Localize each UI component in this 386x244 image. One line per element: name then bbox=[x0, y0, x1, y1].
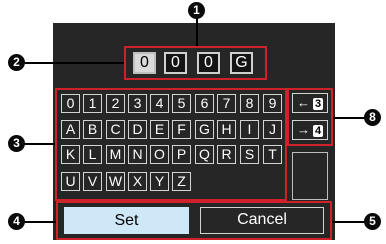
key-0[interactable]: 0 bbox=[61, 94, 80, 113]
key-Z[interactable]: Z bbox=[172, 172, 191, 191]
key-8[interactable]: 8 bbox=[240, 94, 259, 113]
key-Y[interactable]: Y bbox=[150, 172, 169, 191]
key-A[interactable]: A bbox=[61, 120, 80, 139]
key-Q[interactable]: Q bbox=[195, 145, 214, 164]
right-arrow-icon: → bbox=[297, 122, 310, 137]
callout-8-leader bbox=[333, 117, 368, 119]
key-J[interactable]: J bbox=[263, 120, 282, 139]
id-char-3[interactable]: 0 bbox=[197, 52, 220, 74]
callout-2: 2 bbox=[8, 54, 25, 71]
key-4[interactable]: 4 bbox=[150, 94, 169, 113]
callout-1-leader bbox=[196, 18, 198, 46]
key-X[interactable]: X bbox=[128, 172, 147, 191]
key-T[interactable]: T bbox=[263, 145, 282, 164]
key-B[interactable]: B bbox=[83, 120, 102, 139]
key-9[interactable]: 9 bbox=[263, 94, 282, 113]
key-W[interactable]: W bbox=[106, 172, 125, 191]
key-I[interactable]: I bbox=[240, 120, 259, 139]
key-P[interactable]: P bbox=[172, 145, 191, 164]
callout-4: 4 bbox=[8, 213, 25, 230]
key-H[interactable]: H bbox=[217, 120, 236, 139]
key-3[interactable]: 3 bbox=[128, 94, 147, 113]
badge-3-icon: 3 bbox=[313, 98, 323, 110]
key-M[interactable]: M bbox=[106, 145, 125, 164]
key-7[interactable]: 7 bbox=[217, 94, 236, 113]
key-C[interactable]: C bbox=[106, 120, 125, 139]
badge-4-icon: 4 bbox=[313, 125, 323, 137]
id-char-1[interactable]: 0 bbox=[133, 52, 156, 74]
id-char-2[interactable]: 0 bbox=[164, 52, 187, 74]
key-K[interactable]: K bbox=[61, 145, 80, 164]
callout-5-leader bbox=[332, 221, 368, 223]
key-6[interactable]: 6 bbox=[195, 94, 214, 113]
callout-2-leader bbox=[24, 62, 124, 64]
key-N[interactable]: N bbox=[128, 145, 147, 164]
left-arrow-icon: ← bbox=[297, 95, 310, 110]
id-char-4[interactable]: G bbox=[230, 52, 253, 74]
callout-3-leader bbox=[24, 143, 55, 145]
key-S[interactable]: S bbox=[240, 145, 259, 164]
key-D[interactable]: D bbox=[128, 120, 147, 139]
cancel-button[interactable]: Cancel bbox=[200, 207, 324, 234]
key-F[interactable]: F bbox=[172, 120, 191, 139]
side-empty-box bbox=[292, 152, 328, 200]
callout-3: 3 bbox=[8, 135, 25, 152]
key-O[interactable]: O bbox=[150, 145, 169, 164]
set-button[interactable]: Set bbox=[64, 207, 189, 234]
callout-5: 5 bbox=[364, 213, 381, 230]
callout-1: 1 bbox=[188, 2, 205, 19]
key-E[interactable]: E bbox=[150, 120, 169, 139]
callout-8: 8 bbox=[364, 109, 381, 126]
key-G[interactable]: G bbox=[195, 120, 214, 139]
key-V[interactable]: V bbox=[83, 172, 102, 191]
callout-4-leader bbox=[24, 221, 56, 223]
backspace-key[interactable]: ← 3 bbox=[292, 93, 328, 113]
key-R[interactable]: R bbox=[217, 145, 236, 164]
key-5[interactable]: 5 bbox=[172, 94, 191, 113]
key-U[interactable]: U bbox=[61, 172, 80, 191]
key-2[interactable]: 2 bbox=[106, 94, 125, 113]
key-L[interactable]: L bbox=[83, 145, 102, 164]
key-1[interactable]: 1 bbox=[83, 94, 102, 113]
space-key[interactable]: → 4 bbox=[292, 120, 328, 140]
